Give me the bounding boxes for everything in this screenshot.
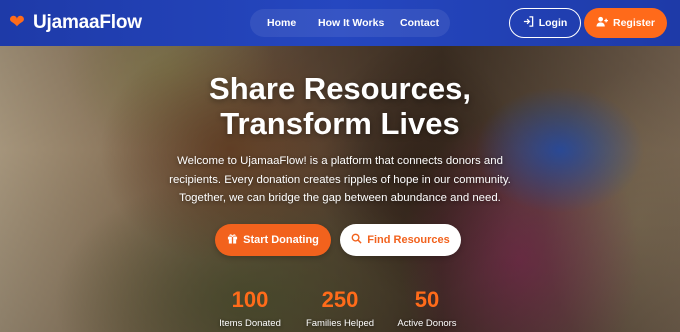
hero-subtitle: Welcome to UjamaaFlow! is a platform tha… [169,155,511,204]
start-donating-label: Start Donating [243,234,319,246]
user-plus-icon [596,16,608,30]
login-arrow-icon [523,16,534,30]
stat-items-donated: 100 Items Donated [200,287,300,329]
start-donating-button[interactable]: Start Donating [215,224,331,256]
nav-home-link[interactable]: Home [267,17,296,29]
stat-label: Active Donors [397,318,457,329]
find-resources-button[interactable]: Find Resources [340,224,461,256]
stat-active-donors: 50 Active Donors [377,287,477,329]
top-navbar: ❤ UjamaaFlow Home How It Works Contact L… [0,0,680,46]
login-button[interactable]: Login [509,8,581,38]
heart-icon: ❤ [9,12,25,33]
gift-icon [227,233,238,247]
register-button[interactable]: Register [584,8,667,38]
stat-families-helped: 250 Families Helped [290,287,390,329]
nav-links: Home How It Works Contact [250,9,450,37]
brand-logo[interactable]: ❤ UjamaaFlow [9,12,142,34]
register-label: Register [612,17,655,29]
stat-value: 100 [231,287,269,312]
stat-label: Items Donated [219,318,281,329]
stat-value: 250 [321,287,359,312]
brand-name: UjamaaFlow [33,12,142,33]
login-label: Login [538,17,568,29]
hero-title-line-1: Share Resources, [209,71,471,106]
hero-title-line-2: Transform Lives [220,106,460,141]
find-resources-label: Find Resources [367,234,450,246]
search-icon [351,233,362,247]
stat-label: Families Helped [305,318,375,329]
nav-how-it-works-link[interactable]: How It Works [318,17,384,29]
nav-contact-link[interactable]: Contact [400,17,439,29]
stat-value: 50 [414,287,440,312]
